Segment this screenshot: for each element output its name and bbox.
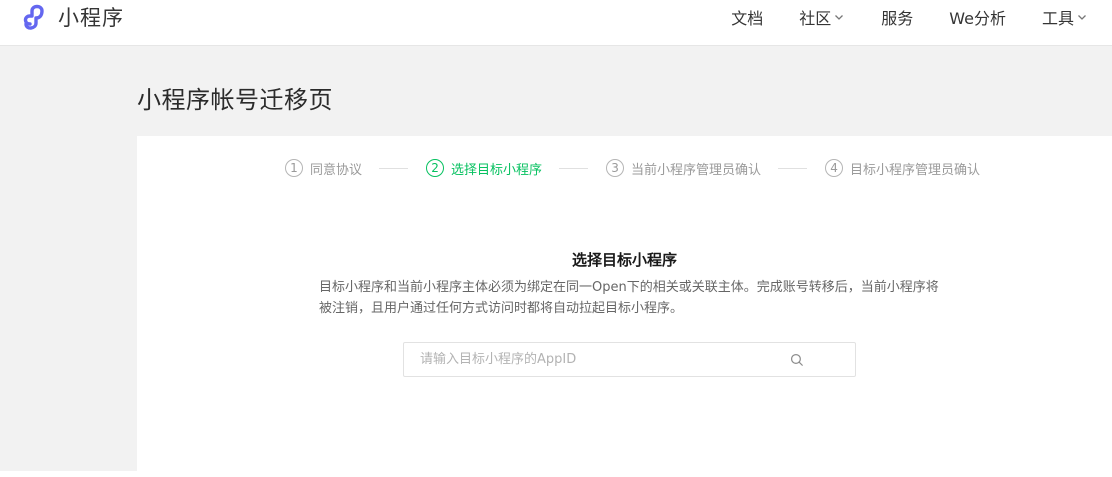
nav-item-services[interactable]: 服务 <box>881 5 913 29</box>
step-number: 4 <box>825 159 844 177</box>
chevron-down-icon <box>1078 15 1086 20</box>
appid-search-box <box>403 342 856 377</box>
step-divider <box>379 167 409 169</box>
nav-item-label: 社区 <box>799 9 832 28</box>
step-divider <box>778 167 808 169</box>
step-number: 2 <box>426 159 445 177</box>
stepper: 1 同意协议 2 选择目标小程序 3 当前小程序管理员确认 4 目标小程序管理员… <box>285 158 980 178</box>
nav-item-label: 工具 <box>1041 9 1074 28</box>
logo[interactable]: 小程序 <box>20 0 124 34</box>
miniprogram-logo-icon <box>23 4 44 30</box>
page-body: 小程序帐号迁移页 1 同意协议 2 选择目标小程序 3 当前小程序管理员确认 4… <box>0 46 1112 471</box>
step-label: 目标小程序管理员确认 <box>850 162 981 178</box>
nav-item-we-analytics[interactable]: We分析 <box>949 5 1006 29</box>
nav-item-label: 文档 <box>731 9 764 28</box>
nav-item-tools[interactable]: 工具 <box>1042 5 1088 29</box>
main-nav: 文档 社区 服务 We分析 工具 <box>731 0 1088 34</box>
step-label: 当前小程序管理员确认 <box>631 162 762 178</box>
step-label: 选择目标小程序 <box>451 162 543 178</box>
nav-item-label: We分析 <box>949 9 1006 28</box>
migration-card: 1 同意协议 2 选择目标小程序 3 当前小程序管理员确认 4 目标小程序管理员… <box>137 136 1112 471</box>
search-icon[interactable] <box>789 352 805 368</box>
page-title: 小程序帐号迁移页 <box>137 86 333 114</box>
step-number: 3 <box>606 159 625 177</box>
step-number: 1 <box>285 159 303 177</box>
nav-item-docs[interactable]: 文档 <box>731 5 763 29</box>
appid-input[interactable] <box>404 343 789 376</box>
step-divider <box>559 167 589 169</box>
step-label: 同意协议 <box>310 162 363 178</box>
step-agree-terms: 1 同意协议 <box>285 159 362 178</box>
top-navigation-bar: 小程序 文档 社区 服务 We分析 工具 <box>0 0 1112 46</box>
section-title: 选择目标小程序 <box>571 251 677 269</box>
section-description: 目标小程序和当前小程序主体必须为绑定在同一Open下的相关或关联主体。完成账号转… <box>319 280 939 316</box>
nav-item-label: 服务 <box>881 9 914 28</box>
nav-item-community[interactable]: 社区 <box>799 5 845 29</box>
step-target-admin-confirm: 4 目标小程序管理员确认 <box>825 159 980 178</box>
chevron-down-icon <box>835 15 844 20</box>
step-current-admin-confirm: 3 当前小程序管理员确认 <box>606 159 761 178</box>
step-select-target: 2 选择目标小程序 <box>426 159 542 178</box>
logo-text: 小程序 <box>58 6 124 30</box>
